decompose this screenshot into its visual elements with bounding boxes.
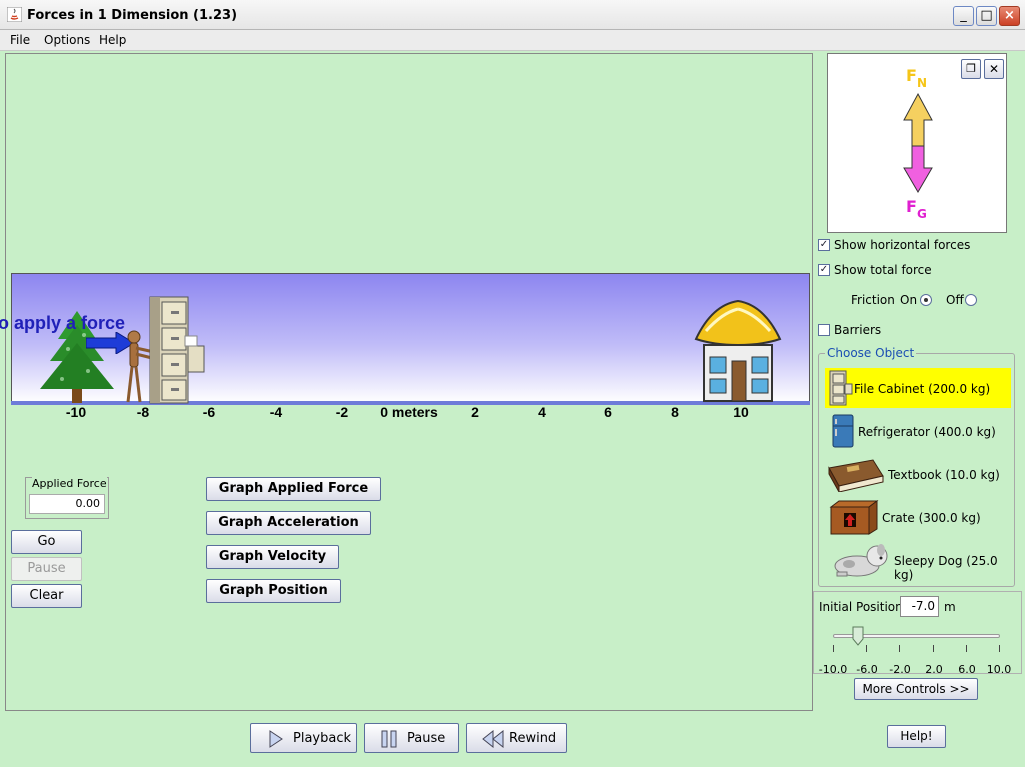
restore-window-icon: ❐ xyxy=(966,62,976,75)
object-label: Textbook (10.0 kg) xyxy=(888,468,1000,482)
file-cabinet-object[interactable] xyxy=(149,296,205,404)
object-refrigerator[interactable]: Refrigerator (400.0 kg) xyxy=(825,411,1011,451)
close-panel-button[interactable]: ✕ xyxy=(984,59,1004,79)
object-sleepy-dog[interactable]: Sleepy Dog (25.0 kg) xyxy=(825,540,1011,582)
normal-force-subscript: N xyxy=(917,76,928,90)
axis-tick: -10 xyxy=(65,404,87,420)
graph-acceleration-button[interactable]: Graph Acceleration xyxy=(206,511,371,535)
detach-button[interactable]: ❐ xyxy=(961,59,981,79)
dog-icon xyxy=(834,544,888,577)
minimize-icon: _ xyxy=(960,8,967,23)
java-app-icon xyxy=(7,7,22,22)
friction-on-radio[interactable] xyxy=(920,294,932,306)
rewind-button[interactable]: Rewind xyxy=(466,723,567,753)
object-label: Crate (300.0 kg) xyxy=(882,511,981,525)
object-crate[interactable]: Crate (300.0 kg) xyxy=(825,497,1011,537)
applied-force-group: Applied Force 0.00 xyxy=(25,477,109,519)
close-icon: × xyxy=(1004,8,1015,23)
menu-options[interactable]: Options xyxy=(44,33,90,47)
axis-tick: -4 xyxy=(269,404,283,420)
menu-bar: File Options Help xyxy=(0,30,1025,51)
axis-tick: 6 xyxy=(604,404,612,420)
initial-position-label: Initial Position xyxy=(819,600,903,614)
menu-file[interactable]: File xyxy=(10,33,30,47)
friction-off-radio[interactable] xyxy=(965,294,977,306)
pause-control-button[interactable]: Pause xyxy=(11,557,82,581)
show-total-force-checkbox[interactable]: ✓ xyxy=(818,264,830,276)
object-label: Sleepy Dog (25.0 kg) xyxy=(894,554,998,582)
show-total-force-label: Show total force xyxy=(834,263,932,277)
friction-label: Friction xyxy=(851,293,895,307)
slider-thumb[interactable] xyxy=(852,626,864,646)
axis-tick: 4 xyxy=(538,404,546,420)
applied-force-label: Applied Force xyxy=(32,477,107,490)
minimize-button[interactable]: _ xyxy=(953,6,974,26)
slider-tick-label: 10.0 xyxy=(986,663,1012,676)
slider-tick-label: 6.0 xyxy=(958,663,976,676)
slider-tick-label: -6.0 xyxy=(856,663,878,676)
barriers-checkbox[interactable] xyxy=(818,324,830,336)
slider-tick-label: -10.0 xyxy=(818,663,848,676)
maximize-button[interactable]: □ xyxy=(976,6,997,26)
object-textbook[interactable]: Textbook (10.0 kg) xyxy=(825,454,1011,494)
pause-playback-button[interactable]: Pause xyxy=(364,723,459,753)
friction-off-label: Off xyxy=(946,293,964,307)
title-bar: Forces in 1 Dimension (1.23) _ □ × xyxy=(0,0,1025,30)
rewind-icon xyxy=(482,730,504,748)
show-horizontal-forces-label: Show horizontal forces xyxy=(834,238,971,252)
play-area: o apply a force -10 -8 -6 -4 -2 0 meters… xyxy=(0,53,813,711)
slider-tick-label: -2.0 xyxy=(889,663,911,676)
object-label: File Cabinet (200.0 kg) xyxy=(854,382,991,396)
slider-tick-label: 2.0 xyxy=(925,663,943,676)
applied-force-input[interactable]: 0.00 xyxy=(29,494,105,514)
more-controls-button[interactable]: More Controls >> xyxy=(854,678,978,700)
pause-playback-label: Pause xyxy=(407,731,446,746)
window-title: Forces in 1 Dimension (1.23) xyxy=(27,8,238,23)
show-horizontal-forces-checkbox[interactable]: ✓ xyxy=(818,239,830,251)
object-label: Refrigerator (400.0 kg) xyxy=(858,425,996,439)
menu-help[interactable]: Help xyxy=(99,33,126,47)
textbook-icon xyxy=(828,459,884,492)
initial-position-input[interactable]: -7.0 xyxy=(900,596,939,617)
axis-tick: -6 xyxy=(202,404,216,420)
playback-button[interactable]: Playback xyxy=(250,723,357,753)
friction-on-label: On xyxy=(900,293,918,307)
free-body-diagram: ❐ ✕ F N F G xyxy=(827,53,1007,233)
axis-tick: 8 xyxy=(671,404,679,420)
apply-force-hint: o apply a force xyxy=(0,313,126,333)
pause-icon xyxy=(381,730,397,748)
rewind-label: Rewind xyxy=(509,731,557,746)
slider-tick-marks xyxy=(833,645,1000,653)
choose-object-legend: Choose Object xyxy=(825,346,917,360)
crate-icon xyxy=(829,500,879,535)
axis-tick: 0 meters xyxy=(380,404,438,420)
initial-position-unit: m xyxy=(944,600,956,614)
graph-applied-force-button[interactable]: Graph Applied Force xyxy=(206,477,381,501)
refrigerator-icon xyxy=(832,414,854,448)
axis-tick: 2 xyxy=(471,404,479,420)
choose-object-panel: Choose Object File Cabinet (200.0 kg) Re… xyxy=(818,346,1015,587)
help-button[interactable]: Help! xyxy=(887,725,946,748)
close-icon: ✕ xyxy=(988,62,1000,76)
play-icon xyxy=(269,730,283,748)
axis-tick: 10 xyxy=(733,404,749,420)
normal-force-label: F xyxy=(906,66,917,85)
house-icon xyxy=(694,299,782,402)
file-cabinet-icon xyxy=(829,370,853,406)
object-file-cabinet[interactable]: File Cabinet (200.0 kg) xyxy=(825,368,1011,408)
graph-position-button[interactable]: Graph Position xyxy=(206,579,341,603)
go-button[interactable]: Go xyxy=(11,530,82,554)
gravity-force-label: F xyxy=(906,197,917,216)
playback-label: Playback xyxy=(293,731,352,746)
gravity-force-subscript: G xyxy=(917,207,927,221)
force-arrows xyxy=(903,92,933,193)
maximize-icon: □ xyxy=(980,8,993,23)
axis-tick: -8 xyxy=(136,404,150,420)
barriers-label: Barriers xyxy=(834,323,882,337)
axis-tick: -2 xyxy=(335,404,349,420)
close-button[interactable]: × xyxy=(999,6,1020,26)
clear-button[interactable]: Clear xyxy=(11,584,82,608)
graph-velocity-button[interactable]: Graph Velocity xyxy=(206,545,339,569)
